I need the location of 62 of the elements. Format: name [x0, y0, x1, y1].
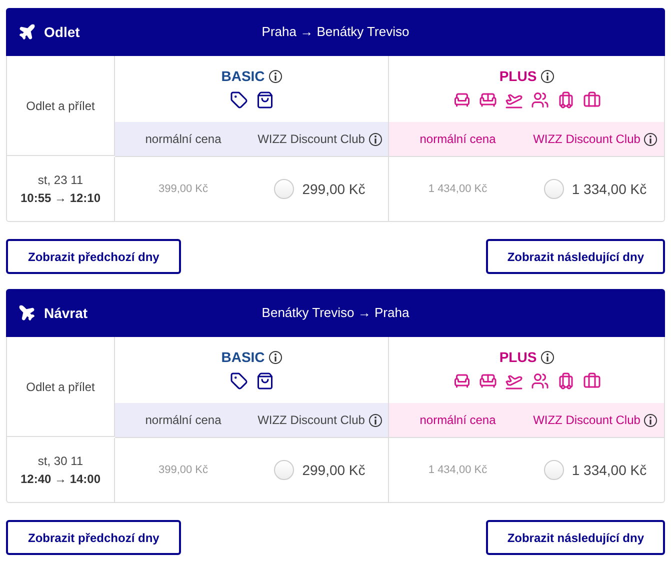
info-icon[interactable]	[368, 132, 382, 146]
plane-takeoff-icon	[504, 372, 522, 390]
regular-price: 399,00 Kč	[157, 462, 210, 478]
fare-name: BASIC	[221, 67, 265, 86]
info-icon[interactable]	[368, 414, 382, 426]
info-icon[interactable]	[540, 70, 554, 83]
club-price: 1 334,00 Kč	[572, 460, 647, 480]
route: Benátky Treviso → Praha	[262, 304, 410, 322]
section-title: Odlet	[44, 22, 80, 42]
suitcase-icon	[556, 91, 574, 109]
next-days-button[interactable]: Zobrazit následující dny	[486, 239, 665, 274]
plane-takeoff-icon	[504, 91, 522, 109]
info-icon[interactable]	[268, 70, 282, 83]
regular-price: 1 434,00 Kč	[427, 182, 488, 197]
column-header: Odlet a přílet	[26, 98, 95, 114]
column-header: Odlet a přílet	[26, 378, 95, 396]
column-label: normální cena	[144, 131, 222, 148]
fare-name: PLUS	[499, 348, 537, 367]
column-label: WIZZ Discount Club	[258, 131, 365, 148]
fare-name: BASIC	[221, 348, 265, 367]
flight-date: st, 23 11	[38, 172, 84, 189]
club-price: 1 334,00 Kč	[572, 180, 647, 198]
section-title: Návrat	[44, 304, 88, 322]
radio-button[interactable]	[274, 460, 294, 480]
column-label: normální cena	[418, 131, 497, 148]
tag-icon	[230, 91, 248, 109]
info-icon[interactable]	[644, 414, 658, 426]
column-label: WIZZ Discount Club	[533, 131, 640, 148]
radio-button[interactable]	[274, 179, 294, 199]
plane-icon	[18, 23, 36, 41]
column-label: normální cena	[418, 412, 497, 429]
seat-icon	[452, 372, 470, 390]
previous-days-button[interactable]: Zobrazit předchozí dny	[6, 239, 182, 274]
flight-times: 10:55 → 12:10	[20, 190, 101, 207]
flight-times: 12:40 → 14:00	[20, 471, 101, 488]
bag-icon	[582, 372, 600, 390]
route: Praha → Benátky Treviso	[262, 23, 410, 42]
suitcase-icon	[556, 372, 574, 390]
column-label: normální cena	[144, 412, 222, 429]
seat-icon	[452, 91, 470, 109]
info-icon[interactable]	[268, 351, 282, 364]
info-icon[interactable]	[540, 351, 554, 364]
column-label: WIZZ Discount Club	[533, 412, 640, 429]
people-icon	[530, 91, 548, 109]
flight-date: st, 30 11	[38, 453, 84, 470]
regular-price: 1 434,00 Kč	[427, 462, 488, 478]
people-icon	[530, 372, 548, 390]
plane-icon	[18, 304, 36, 322]
tag-icon	[230, 372, 248, 390]
bag-icon	[256, 91, 274, 109]
club-price: 299,00 Kč	[302, 180, 366, 198]
fare-name: PLUS	[499, 67, 537, 86]
column-label: WIZZ Discount Club	[258, 412, 365, 429]
previous-days-button[interactable]: Zobrazit předchozí dny	[6, 520, 182, 555]
radio-button[interactable]	[544, 179, 564, 199]
radio-button[interactable]	[544, 460, 564, 480]
bag-icon	[256, 372, 274, 390]
club-price: 299,00 Kč	[302, 460, 366, 480]
next-days-button[interactable]: Zobrazit následující dny	[486, 520, 665, 555]
info-icon[interactable]	[644, 132, 658, 146]
bag-icon	[582, 91, 600, 109]
regular-price: 399,00 Kč	[157, 182, 210, 197]
